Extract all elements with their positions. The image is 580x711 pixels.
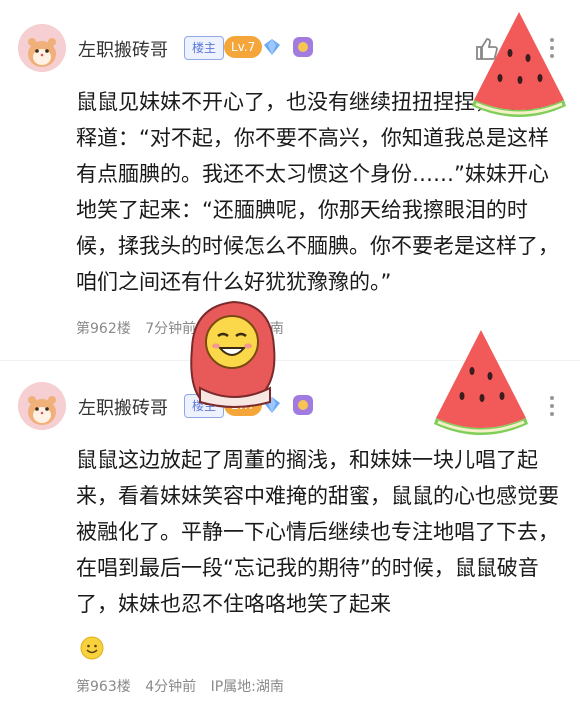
level-badge: Lv.7 — [224, 36, 263, 58]
blanket-smile-sticker — [190, 300, 276, 408]
watermelon-sticker — [472, 12, 566, 117]
hamster-avatar-icon — [18, 382, 66, 430]
username[interactable]: 左职搬砖哥 — [78, 394, 168, 420]
post-paragraph: 鼠鼠这边放起了周董的搁浅，和妹妹一块儿唱了起来，看着妹妹笑容中难掩的甜蜜，鼠鼠的… — [76, 448, 559, 616]
floor-number: 第963楼 — [76, 679, 131, 695]
post-content: 鼠鼠这边放起了周董的搁浅，和妹妹一块儿唱了起来，看着妹妹笑容中难掩的甜蜜，鼠鼠的… — [76, 442, 562, 622]
smile-emoji-icon — [80, 636, 104, 660]
purple-badge-icon — [293, 395, 313, 415]
blue-diamond-icon — [264, 39, 280, 55]
username[interactable]: 左职搬砖哥 — [78, 36, 168, 62]
user-avatar[interactable] — [18, 382, 66, 430]
ip-location: IP属地:湖南 — [210, 679, 284, 695]
post-meta: 第963楼 4分钟前 IP属地:湖南 — [76, 676, 294, 696]
more-vertical-icon[interactable] — [544, 394, 560, 418]
user-avatar[interactable] — [18, 24, 66, 72]
floor-number: 第962楼 — [76, 321, 131, 337]
post-time: 4分钟前 — [145, 679, 197, 695]
watermelon-sticker — [434, 330, 528, 435]
hamster-avatar-icon — [18, 24, 66, 72]
owner-badge: 楼主 — [184, 36, 224, 60]
purple-badge-icon — [293, 37, 313, 57]
